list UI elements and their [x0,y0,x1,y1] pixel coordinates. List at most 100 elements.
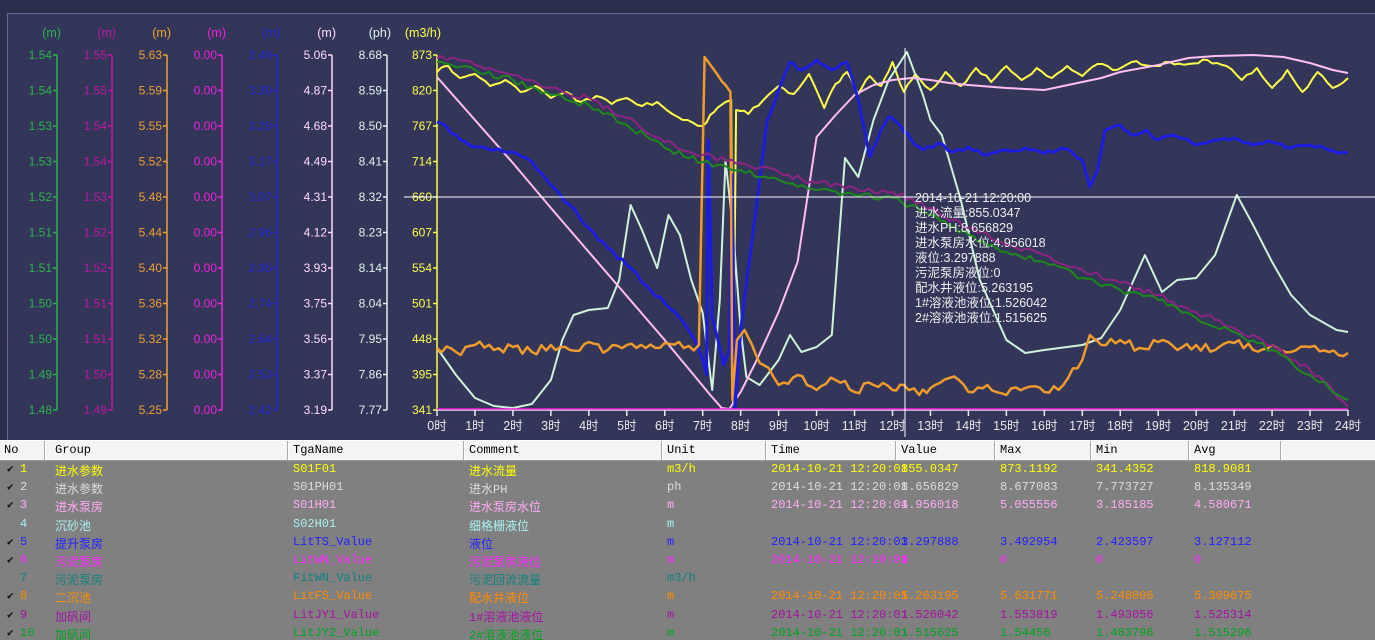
row-visible-checkmark-icon[interactable]: ✔ [7,626,14,640]
column-separator[interactable] [44,441,46,460]
x-axis-hour-label: 9时 [769,419,789,433]
y-axis-tick-label: 5.25 [139,403,163,417]
y-axis-tick-label: 3.49 [249,48,273,62]
y-axis-tick-label: 448 [412,332,432,346]
cell-value: 4.956018 [901,498,959,513]
column-header-group[interactable]: Group [55,443,91,457]
column-separator[interactable] [463,441,465,460]
y-axis-tick-label: 4.12 [304,226,328,240]
x-axis-hour-label: 17时 [1069,419,1096,433]
series-line-distribution-well-level [436,55,1349,402]
column-header-max[interactable]: Max [1000,443,1022,457]
table-header-row[interactable]: No Group TgaName Comment Unit Time Value Max Min… [0,440,1375,461]
y-axis-tick-label: 395 [412,368,432,382]
cell-comment: 进水流量 [469,465,518,479]
cell-no: 3 [20,498,28,513]
table-row[interactable]: ✔ 3 进水泵房 S01H01 进水泵房水位 m 2014-10-21 12:20:01 4.… [0,496,1375,516]
column-header-time[interactable]: Time [771,443,800,457]
x-axis-hour-label: 2时 [503,419,523,433]
table-row[interactable]: 4 沉砂池 S02H01 细格栅液位 m [0,515,1375,534]
column-separator[interactable] [287,441,289,460]
table-row[interactable]: ✔ 10 加矾间 LitJY2_Value 2#溶液池液位 m 2014-10-21 12:… [0,624,1375,640]
column-separator[interactable] [765,441,767,460]
y-axis-tick-label: 5.36 [139,297,163,311]
row-visible-checkmark-icon[interactable]: ✔ [7,553,14,567]
cell-tganame: FitWN_Value [293,571,373,586]
column-separator[interactable] [1090,441,1092,460]
cell-comment: 1#溶液池液位 [469,610,544,625]
column-separator[interactable] [1188,441,1190,460]
column-header-min[interactable]: Min [1096,443,1118,457]
y-axis-tick-label: 1.49 [84,403,108,417]
y-axis-tick-label: 3.17 [249,155,273,169]
column-header-unit[interactable]: Unit [667,443,696,457]
table-row[interactable]: 7 污泥泵房 FitWN_Value 污泥回流流量 m3/h [0,569,1375,589]
y-axis-tick-label: 1.55 [84,84,108,98]
y-axis-tick-label: 607 [412,226,432,240]
cell-avg: 1.515296 [1194,625,1252,640]
column-header-value[interactable]: Value [901,443,937,457]
cell-tganame: LitJY1_Value [293,607,380,622]
table-row[interactable]: ✔ 8 二沉池 LitFS_Value 配水井液位 m 2014-10-21 12:20:0… [0,587,1375,606]
y-axis-tick-label: 3.28 [249,119,273,133]
row-visible-checkmark-icon[interactable]: ✔ [7,608,14,622]
trend-chart-panel: (m) 1.54 1.54 1.53 1.53 1.52 1.51 1.51 1.50 1.50 1… [0,0,1375,441]
table-row[interactable]: ✔ 9 加矾间 LitJY1_Value 1#溶液池液位 m 2014-10-21 12:2… [0,606,1375,625]
column-separator[interactable] [895,441,897,460]
column-header-avg[interactable]: Avg [1194,443,1216,457]
y-axis-tick-label: 873 [412,48,432,62]
cell-min: 341.4352 [1096,462,1154,476]
row-visible-checkmark-icon[interactable]: ✔ [7,535,14,549]
cell-time: 2014-10-21 12:20:01 [771,534,908,549]
y-axis-tick-label: 0.00 [194,119,218,133]
column-header-no[interactable]: No [4,443,18,457]
column-separator[interactable] [994,441,996,460]
cell-max: 0 [1000,553,1008,567]
series-line-inflow-ph [436,51,1349,409]
cell-avg: 1.525314 [1194,607,1252,622]
y-axis-tick-label: 1.50 [29,297,53,311]
column-header-comment[interactable]: Comment [469,443,519,457]
table-row[interactable]: ✔ 5 提升泵房 LitTS_Value 液位 m 2014-10-21 12:20:01 3… [0,533,1375,552]
y-axis-tick-label: 5.32 [139,332,163,346]
y-axis-tick-label: 0.00 [194,332,218,346]
cell-group: 污泥泵房 [55,574,104,589]
column-separator[interactable] [1280,441,1282,460]
cell-no: 9 [20,607,28,622]
row-visible-checkmark-icon[interactable]: ✔ [7,498,14,512]
column-separator[interactable] [661,441,663,460]
cell-comment: 进水PH [469,483,508,498]
row-visible-checkmark-icon[interactable]: ✔ [7,462,14,476]
cell-avg: 4.580671 [1194,498,1252,513]
cell-comment: 进水泵房水位 [469,501,542,516]
y-axis-tick-label: 4.31 [304,190,328,204]
trend-chart[interactable]: (m) 1.54 1.54 1.53 1.53 1.52 1.51 1.51 1.50 1.50 1… [0,0,1375,440]
y-axis-tick-label: 8.04 [359,297,383,311]
y-axis-tick-label: 8.50 [359,119,383,133]
y-axis-tick-label: 5.59 [139,84,163,98]
cell-max: 1.54456 [1000,625,1051,640]
y-axis-tick-label: 3.37 [304,368,328,382]
cell-group: 进水参数 [55,483,104,498]
cell-group: 加矾间 [55,628,92,640]
row-visible-checkmark-icon[interactable]: ✔ [7,589,14,603]
y-axis-tick-label: 1.55 [84,48,108,62]
cell-no: 10 [20,625,35,640]
column-header-tganame[interactable]: TgaName [293,443,343,457]
x-axis-hour-label: 0时 [427,419,447,433]
y-axis-tick-label: 4.68 [304,119,328,133]
cell-no: 4 [20,516,28,531]
cell-no: 2 [20,480,28,495]
table-row[interactable]: ✔ 1 进水参数 S01F01 进水流量 m3/h 2014-10-21 12:20:01 8… [0,460,1375,479]
cell-value: 3.297888 [901,534,959,549]
row-visible-checkmark-icon[interactable]: ✔ [7,480,14,494]
y-axis-tick-label: 1.54 [29,84,53,98]
y-axis-tick-label: 5.48 [139,190,163,204]
cell-value: 855.0347 [901,462,959,476]
table-row[interactable]: ✔ 2 进水参数 S01PH01 进水PH ph 2014-10-21 12:20:01 8.… [0,478,1375,498]
table-row[interactable]: ✔ 6 污泥泵房 LitWN_Value 污泥泵房液位 m 2014-10-21 12:20… [0,551,1375,570]
y-axis-tick-label: 1.52 [84,261,108,275]
y-axis-tick-label: 2.85 [249,261,273,275]
x-axis-hour-label: 18时 [1107,419,1134,433]
cell-no: 6 [20,553,28,567]
